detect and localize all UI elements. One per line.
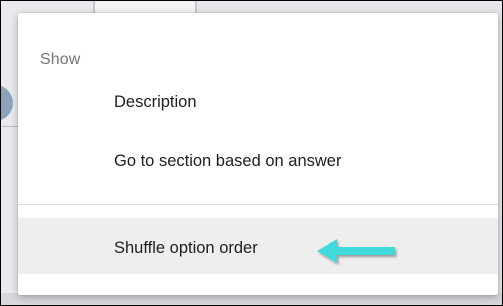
menu-section-header: Show xyxy=(40,51,81,68)
menu-item-description[interactable]: Description xyxy=(18,81,498,127)
menu-item-shuffle-option-order[interactable]: Shuffle option order xyxy=(18,218,498,274)
menu-item-label: Go to section based on answer xyxy=(114,152,342,170)
background-rule xyxy=(1,126,19,127)
screenshot-frame: Show Description Go to section based on … xyxy=(0,0,503,306)
options-menu: Show Description Go to section based on … xyxy=(18,13,498,295)
menu-divider xyxy=(18,204,498,205)
menu-item-label: Shuffle option order xyxy=(114,239,258,257)
left-arrow-icon xyxy=(317,239,395,263)
arrow-shape xyxy=(317,239,395,263)
menu-item-go-to-section[interactable]: Go to section based on answer xyxy=(18,140,498,186)
menu-item-label: Description xyxy=(114,93,197,111)
